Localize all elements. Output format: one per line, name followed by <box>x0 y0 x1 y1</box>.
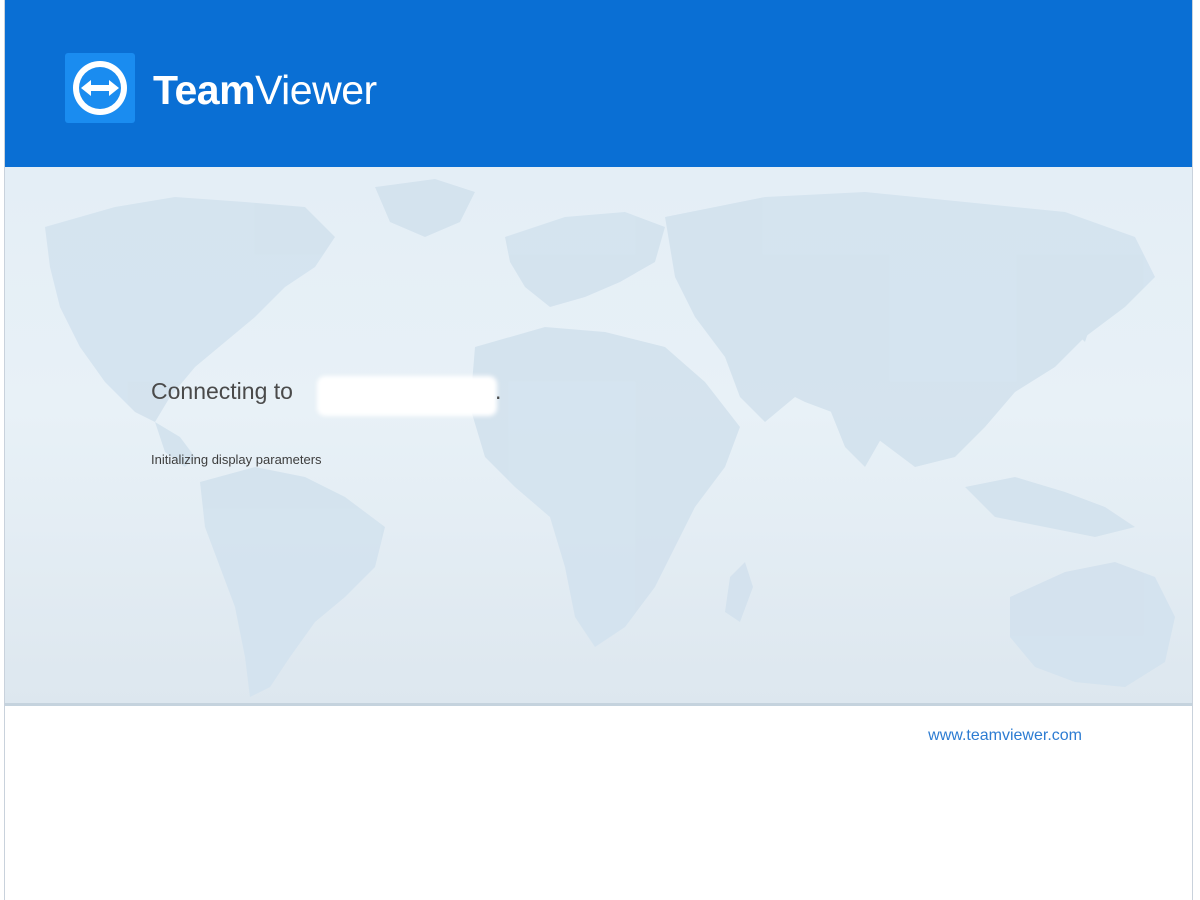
teamviewer-connection-window: TeamViewer Connecting to . Initializing … <box>4 0 1193 900</box>
connecting-label: Connecting to <box>151 378 293 404</box>
brand-wordmark-bold: Team <box>153 67 256 113</box>
brand-wordmark: TeamViewer <box>153 66 377 114</box>
teamviewer-logo-icon <box>65 53 135 123</box>
world-map-graphic <box>45 179 1175 697</box>
map-divider <box>5 703 1192 706</box>
connection-status-text: Initializing display parameters <box>151 452 322 467</box>
world-map-background <box>5 167 1192 705</box>
teamviewer-website-link[interactable]: www.teamviewer.com <box>928 727 1082 745</box>
connecting-trailing-period: . <box>495 378 502 404</box>
header-banner: TeamViewer <box>5 0 1192 167</box>
brand-wordmark-light: Viewer <box>255 67 377 113</box>
redacted-partner-id <box>317 376 497 416</box>
